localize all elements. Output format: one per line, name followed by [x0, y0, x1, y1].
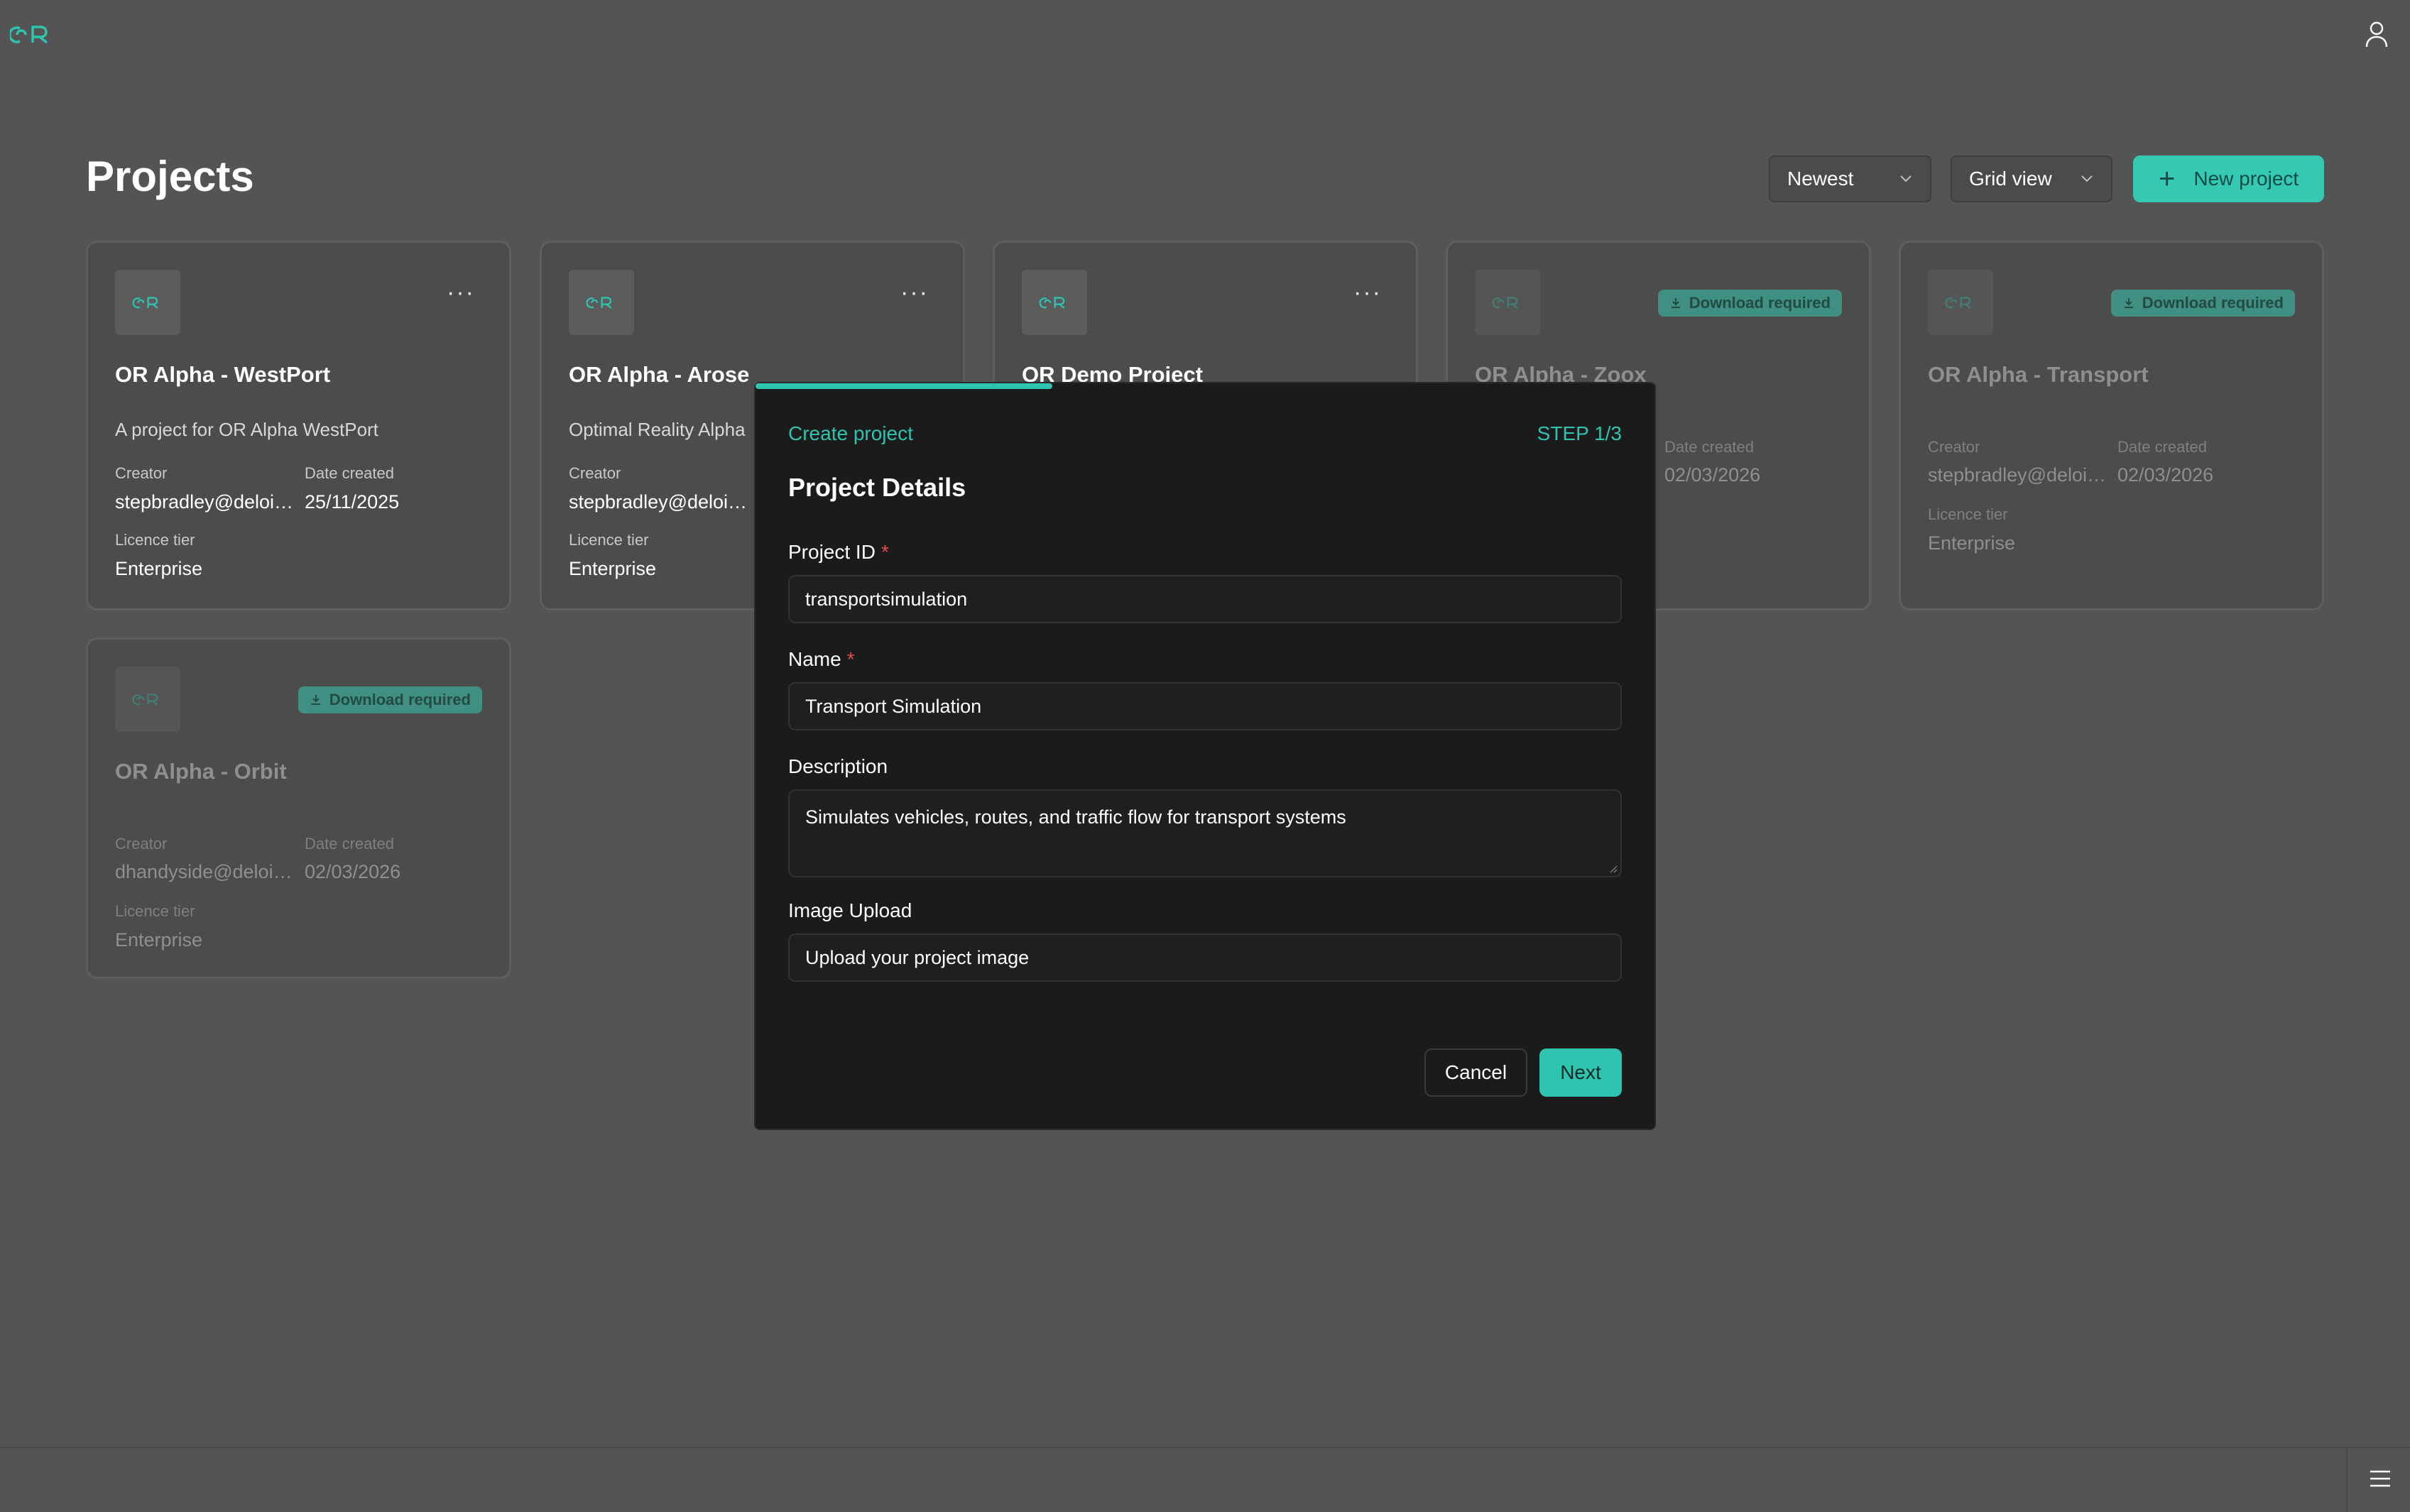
- creator-value: stepbradley@deloi…: [569, 491, 748, 513]
- menu-icon[interactable]: [2369, 1468, 2392, 1489]
- next-button[interactable]: Next: [1539, 1048, 1622, 1097]
- download-icon: [311, 695, 320, 705]
- projects-page: Projects Newest Grid view + New project …: [0, 0, 2410, 1512]
- date-value: 02/03/2026: [1664, 464, 1761, 486]
- card-title: OR Alpha - Transport: [1928, 362, 2149, 387]
- or-logo-icon: [132, 297, 158, 309]
- or-logo-icon: [132, 694, 158, 706]
- name-label-text: Name: [788, 648, 841, 670]
- resize-handle-icon[interactable]: [1608, 863, 1618, 873]
- card-title: OR Alpha - WestPort: [115, 362, 331, 387]
- download-icon: [2124, 298, 2133, 308]
- project-card[interactable]: ··· OR Alpha - WestPort A project for OR…: [86, 241, 511, 610]
- download-required-badge[interactable]: Download required: [2110, 290, 2295, 317]
- date-label: Date created: [305, 464, 394, 482]
- project-thumbnail: [1022, 270, 1087, 335]
- date-label: Date created: [305, 835, 394, 853]
- project-id-input[interactable]: transportsimulation: [788, 575, 1622, 623]
- bottom-bar-divider: [2346, 1448, 2348, 1512]
- creator-value: dhandyside@deloi…: [115, 861, 293, 882]
- download-required-label: Download required: [1689, 294, 1831, 312]
- dialog-heading: Project Details: [788, 473, 966, 502]
- tier-value: Enterprise: [569, 558, 657, 579]
- tier-value: Enterprise: [1928, 532, 2016, 554]
- tier-label: Licence tier: [115, 902, 195, 920]
- project-id-value: transportsimulation: [805, 588, 968, 610]
- step-progress-bar: [756, 383, 1052, 389]
- user-icon[interactable]: [2365, 20, 2389, 48]
- more-icon[interactable]: ···: [1353, 280, 1382, 305]
- image-upload-input[interactable]: Upload your project image: [788, 933, 1622, 982]
- project-id-label: Project ID *: [788, 541, 889, 564]
- download-icon: [1671, 298, 1680, 308]
- create-project-dialog: Create project STEP 1/3 Project Details …: [756, 383, 1654, 1129]
- project-card[interactable]: Download required OR Alpha - Orbit Creat…: [86, 637, 511, 979]
- date-label: Date created: [1664, 438, 1754, 456]
- download-required-label: Download required: [2142, 294, 2284, 312]
- card-description: Optimal Reality Alpha: [569, 419, 746, 440]
- download-required-badge[interactable]: Download required: [1657, 290, 1842, 317]
- new-project-label: New project: [2193, 168, 2299, 190]
- tier-value: Enterprise: [115, 929, 203, 951]
- image-upload-label: Image Upload: [788, 899, 912, 921]
- name-label: Name *: [788, 648, 855, 671]
- or-logo-icon: [586, 297, 612, 309]
- or-logo-icon[interactable]: [10, 20, 54, 48]
- card-description: A project for OR Alpha WestPort: [115, 419, 378, 440]
- page-title: Projects: [86, 153, 254, 200]
- card-title: OR Alpha - Orbit: [115, 759, 287, 784]
- date-label: Date created: [2117, 438, 2207, 456]
- download-required-label: Download required: [329, 691, 471, 708]
- chevron-down-icon: [1900, 175, 1912, 182]
- sort-select-value: Newest: [1787, 168, 1854, 190]
- project-card[interactable]: Download required OR Alpha - Transport C…: [1899, 241, 2324, 610]
- description-label: Description: [788, 755, 888, 777]
- dialog-breadcrumb: Create project: [788, 422, 913, 444]
- card-title: OR Alpha - Arose: [569, 362, 750, 387]
- view-select[interactable]: Grid view: [1951, 155, 2112, 202]
- date-value: 02/03/2026: [305, 861, 401, 882]
- name-value: Transport Simulation: [805, 695, 982, 717]
- project-thumbnail: [115, 270, 180, 335]
- creator-label: Creator: [115, 835, 168, 853]
- more-icon[interactable]: ···: [900, 280, 929, 305]
- project-thumbnail: [569, 270, 634, 335]
- more-icon[interactable]: ···: [447, 280, 475, 305]
- image-upload-placeholder: Upload your project image: [805, 946, 1030, 968]
- bottom-bar: [0, 1447, 2410, 1512]
- date-value: 25/11/2025: [305, 491, 400, 513]
- creator-label: Creator: [569, 464, 621, 482]
- creator-label: Creator: [115, 464, 168, 482]
- creator-value: stepbradley@deloi…: [1928, 464, 2107, 486]
- plus-icon: +: [2159, 163, 2176, 195]
- cancel-button[interactable]: Cancel: [1424, 1048, 1527, 1097]
- tier-label: Licence tier: [569, 531, 649, 549]
- or-logo-icon: [1039, 297, 1065, 309]
- sort-select[interactable]: Newest: [1769, 155, 1931, 202]
- step-indicator: STEP 1/3: [1537, 422, 1622, 444]
- required-marker: *: [846, 648, 855, 670]
- name-input[interactable]: Transport Simulation: [788, 682, 1622, 730]
- view-select-value: Grid view: [1969, 168, 2052, 190]
- project-thumbnail: [1475, 270, 1540, 335]
- tier-label: Licence tier: [115, 531, 195, 549]
- new-project-button[interactable]: + New project: [2133, 155, 2324, 202]
- or-logo-icon: [1945, 297, 1971, 309]
- creator-value: stepbradley@deloi…: [115, 491, 294, 513]
- project-id-label-text: Project ID: [788, 541, 876, 563]
- project-thumbnail: [1928, 270, 1993, 335]
- description-textarea[interactable]: Simulates vehicles, routes, and traffic …: [788, 789, 1622, 877]
- or-logo-icon: [1492, 297, 1518, 309]
- creator-label: Creator: [1928, 438, 1980, 456]
- required-marker: *: [880, 541, 889, 563]
- tier-value: Enterprise: [115, 558, 203, 579]
- date-value: 02/03/2026: [2117, 464, 2214, 486]
- description-value: Simulates vehicles, routes, and traffic …: [805, 806, 1346, 828]
- project-thumbnail: [115, 667, 180, 732]
- tier-label: Licence tier: [1928, 505, 2008, 523]
- download-required-badge[interactable]: Download required: [298, 686, 482, 713]
- chevron-down-icon: [2081, 175, 2093, 182]
